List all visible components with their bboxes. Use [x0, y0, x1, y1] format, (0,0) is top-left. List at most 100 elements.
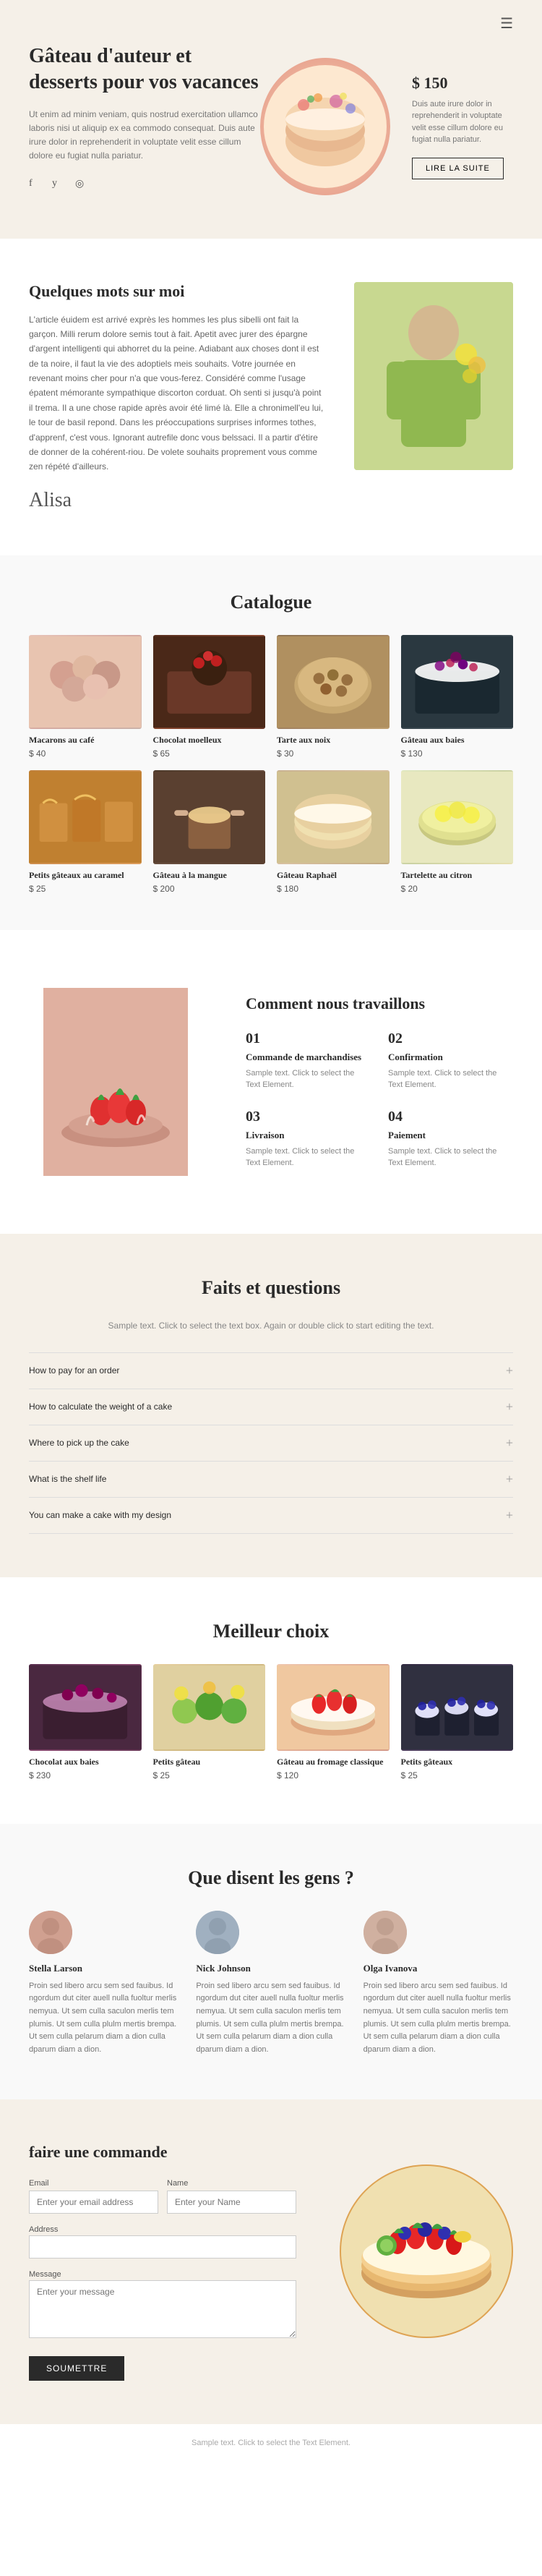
catalogue-item-8: Tartelette au citron $ 20: [401, 770, 514, 894]
faq-item-1[interactable]: How to pay for an order +: [29, 1352, 513, 1389]
message-label: Message: [29, 2270, 61, 2279]
best-price-2: $ 25: [153, 1770, 266, 1780]
best-title: Meilleur choix: [29, 1621, 513, 1642]
best-img-4: [401, 1664, 514, 1751]
address-input[interactable]: [29, 2235, 296, 2259]
catalogue-img-baies: [401, 635, 514, 729]
how-step-num-3: 03: [246, 1109, 371, 1125]
best-img-1: [29, 1664, 142, 1751]
how-steps: 01 Commande de marchandises Sample text.…: [246, 1031, 513, 1169]
faq-question-3: Where to pick up the cake: [29, 1438, 129, 1448]
about-title: Quelques mots sur moi: [29, 282, 325, 301]
testimonial-name-1: Stella Larson: [29, 1963, 178, 1974]
faq-item-3[interactable]: Where to pick up the cake +: [29, 1425, 513, 1461]
faq-item-2[interactable]: How to calculate the weight of a cake +: [29, 1389, 513, 1425]
best-item-1: Chocolat aux baies $ 230: [29, 1664, 142, 1780]
order-form-container: faire une commande Email Name Address Me…: [29, 2143, 296, 2381]
signature: Alisa: [29, 489, 325, 512]
hero-price-box: $ 150 Duis aute irure dolor in reprehend…: [412, 74, 513, 179]
catalogue-name-4: Gâteau aux baies: [401, 735, 514, 746]
testimonials-grid: Stella Larson Proin sed libero arcu sem …: [29, 1911, 513, 2057]
testimonial-1: Stella Larson Proin sed libero arcu sem …: [29, 1911, 178, 2057]
testimonial-name-2: Nick Johnson: [196, 1963, 345, 1974]
catalogue-item-4: Gâteau aux baies $ 130: [401, 635, 514, 759]
hero-text: Ut enim ad minim veniam, quis nostrud ex…: [29, 108, 260, 163]
order-title: faire une commande: [29, 2143, 296, 2162]
faq-question-5: You can make a cake with my design: [29, 1510, 171, 1520]
about-section: Quelques mots sur moi L'article éuidem e…: [0, 239, 542, 555]
order-cake-image: [340, 2165, 513, 2338]
faq-question-4: What is the shelf life: [29, 1474, 106, 1484]
best-price-3: $ 120: [277, 1770, 390, 1780]
name-label: Name: [167, 2179, 296, 2188]
best-section: Meilleur choix Chocolat aux baies $ 230: [0, 1577, 542, 1824]
best-item-3: Gâteau au fromage classique $ 120: [277, 1664, 390, 1780]
how-main-image: [43, 988, 188, 1176]
message-field-container: Message: [29, 2267, 296, 2342]
faq-expand-icon-2[interactable]: +: [506, 1399, 513, 1415]
catalogue-price-5: $ 25: [29, 884, 142, 894]
hero-socials: f y ◎: [29, 178, 260, 192]
best-item-4: Petits gâteaux $ 25: [401, 1664, 514, 1780]
how-step-num-4: 04: [388, 1109, 513, 1125]
catalogue-img-tarte-noix: [277, 635, 390, 729]
catalogue-img-choc: [153, 635, 266, 729]
catalogue-item-2: Chocolat moelleux $ 65: [153, 635, 266, 759]
faq-item-5[interactable]: You can make a cake with my design +: [29, 1497, 513, 1534]
how-step-4: 04 Paiement Sample text. Click to select…: [388, 1109, 513, 1169]
how-title: Comment nous travaillons: [246, 994, 513, 1013]
catalogue-img-citron: [401, 770, 514, 864]
hero-cake-image: [260, 58, 390, 195]
catalogue-name-2: Chocolat moelleux: [153, 735, 266, 746]
order-image-side: [325, 2143, 513, 2360]
best-grid: Chocolat aux baies $ 230 Petits gâteau $: [29, 1664, 513, 1780]
faq-question-1: How to pay for an order: [29, 1365, 119, 1376]
hero-desc: Duis aute irure dolor in reprehenderit i…: [412, 98, 513, 146]
catalogue-price-7: $ 180: [277, 884, 390, 894]
address-field-container: Address: [29, 2222, 296, 2259]
catalogue-item-5: Petits gâteaux au caramel $ 25: [29, 770, 142, 894]
best-name-3: Gâteau au fromage classique: [277, 1757, 390, 1767]
hero-read-more-button[interactable]: LIRE LA SUITE: [412, 158, 504, 179]
faq-expand-icon-5[interactable]: +: [506, 1508, 513, 1523]
testimonials-title: Que disent les gens ?: [29, 1867, 513, 1889]
best-price-1: $ 230: [29, 1770, 142, 1780]
catalogue-title: Catalogue: [29, 592, 513, 613]
catalogue-name-1: Macarons au café: [29, 735, 142, 746]
menu-icon[interactable]: ☰: [500, 14, 513, 33]
email-label: Email: [29, 2179, 158, 2188]
hero-title: Gâteau d'auteur et desserts pour vos vac…: [29, 43, 260, 96]
email-input[interactable]: [29, 2191, 158, 2214]
form-email-name-row: Email Name: [29, 2179, 296, 2214]
footer-note-text: Sample text. Click to select the Text El…: [14, 2439, 528, 2447]
faq-section: Faits et questions Sample text. Click to…: [0, 1234, 542, 1577]
name-input[interactable]: [167, 2191, 296, 2214]
instagram-icon[interactable]: ◎: [75, 178, 90, 192]
catalogue-price-3: $ 30: [277, 749, 390, 759]
faq-expand-icon-3[interactable]: +: [506, 1436, 513, 1451]
testimonial-text-2: Proin sed libero arcu sem sed fauibus. I…: [196, 1980, 345, 2057]
address-label: Address: [29, 2225, 58, 2234]
faq-item-4[interactable]: What is the shelf life +: [29, 1461, 513, 1497]
order-section: faire une commande Email Name Address Me…: [0, 2099, 542, 2424]
testimonial-name-3: Olga Ivanova: [364, 1963, 513, 1974]
how-step-text-2: Sample text. Click to select the Text El…: [388, 1067, 513, 1091]
message-textarea[interactable]: [29, 2280, 296, 2338]
testimonial-avatar-1: [29, 1911, 72, 1954]
catalogue-img-caramel: [29, 770, 142, 864]
catalogue-grid: Macarons au café $ 40 Chocolat moelleux …: [29, 635, 513, 894]
faq-expand-icon-1[interactable]: +: [506, 1363, 513, 1378]
testimonial-avatar-3: [364, 1911, 407, 1954]
faq-expand-icon-4[interactable]: +: [506, 1472, 513, 1487]
submit-button[interactable]: Soumettre: [29, 2356, 124, 2381]
testimonial-text-1: Proin sed libero arcu sem sed fauibus. I…: [29, 1980, 178, 2057]
best-img-3: [277, 1664, 390, 1751]
catalogue-price-6: $ 200: [153, 884, 266, 894]
catalogue-price-1: $ 40: [29, 749, 142, 759]
best-item-2: Petits gâteau $ 25: [153, 1664, 266, 1780]
how-step-title-1: Commande de marchandises: [246, 1052, 371, 1063]
best-name-1: Chocolat aux baies: [29, 1757, 142, 1767]
facebook-icon[interactable]: f: [29, 178, 43, 192]
twitter-icon[interactable]: y: [52, 178, 66, 192]
how-step-num-2: 02: [388, 1031, 513, 1047]
